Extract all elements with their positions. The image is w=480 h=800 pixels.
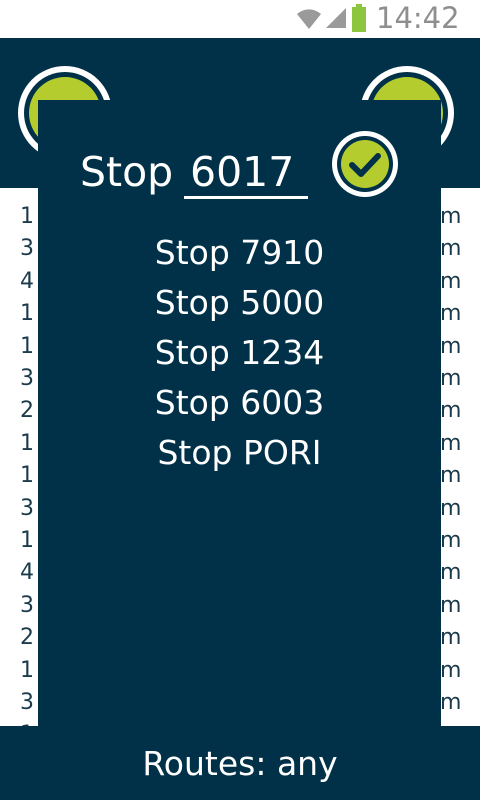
list-item-time: m <box>440 690 462 715</box>
list-item-route: 1 <box>20 430 34 456</box>
list-item-time: m <box>440 236 462 262</box>
status-clock: 14:42 <box>376 1 460 35</box>
list-item-route: 4 <box>20 268 34 294</box>
list-item-time: m <box>440 333 462 359</box>
list-item-route: 1 <box>20 301 34 327</box>
list-item-time: m <box>440 268 462 294</box>
stop-option[interactable]: Stop 5000 <box>38 278 441 328</box>
list-item-time: m <box>440 366 462 391</box>
list-item-time: m <box>440 430 462 456</box>
list-item-route: 1 <box>20 204 34 229</box>
list-item-time: m <box>440 398 462 424</box>
routes-filter-label: Routes: any <box>142 744 338 783</box>
battery-icon <box>352 4 366 32</box>
list-item-route: 2 <box>20 398 34 424</box>
stop-option[interactable]: Stop 1234 <box>38 328 441 378</box>
list-item-route: 3 <box>20 690 34 715</box>
stop-label: Stop <box>80 148 174 196</box>
stop-picker-panel: Stop Stop 7910Stop 5000Stop 1234Stop 600… <box>38 100 441 726</box>
status-bar: 14:42 <box>0 0 480 38</box>
list-item-time: m <box>440 625 462 651</box>
list-item-time: m <box>440 495 462 521</box>
signal-icon <box>326 8 346 28</box>
list-item-time: m <box>440 560 462 586</box>
list-item-route: 3 <box>20 366 34 391</box>
stop-option[interactable]: Stop 7910 <box>38 228 441 278</box>
list-item-route: 2 <box>20 625 34 651</box>
list-item-route: 3 <box>20 236 34 262</box>
checkmark-icon[interactable] <box>330 129 400 199</box>
list-item-time: m <box>440 657 462 683</box>
stop-number-input[interactable] <box>184 148 308 199</box>
stop-option[interactable]: Stop 6003 <box>38 378 441 428</box>
list-item-route: 3 <box>20 592 34 618</box>
list-item-route: 1 <box>20 657 34 683</box>
wifi-icon <box>297 9 321 29</box>
list-item-time: m <box>440 301 462 327</box>
list-item-time: m <box>440 463 462 489</box>
list-item-time: m <box>440 528 462 553</box>
list-item-route: 3 <box>20 495 34 521</box>
routes-footer[interactable]: Routes: any <box>0 726 480 800</box>
list-item-route: 1 <box>20 333 34 359</box>
stop-option[interactable]: Stop PORI <box>38 428 441 478</box>
app-screen: 14:42 1m3m4m1m1m3m2m1m1m3m1m4m3m2m1m3m1m… <box>0 0 480 800</box>
list-item-time: m <box>440 592 462 618</box>
list-item-route: 1 <box>20 528 34 553</box>
list-item-route: 1 <box>20 463 34 489</box>
list-item-time: m <box>440 204 462 229</box>
list-item-route: 4 <box>20 560 34 586</box>
